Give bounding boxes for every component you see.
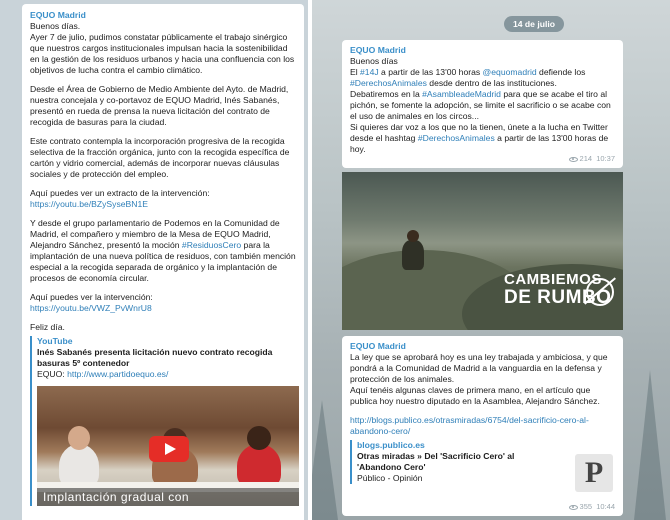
hashtag-derechos-animales[interactable]: #DerechosAnimales	[418, 133, 495, 143]
message-bubble-left: EQUO Madrid Buenos días. Ayer 7 de julio…	[22, 4, 304, 520]
message-sender[interactable]: EQUO Madrid	[30, 10, 296, 21]
message-meta: 214 10:37	[568, 154, 615, 164]
youtube-link-1[interactable]: https://youtu.be/BZySyseBN1E	[30, 199, 296, 210]
message-line-3: Debatiremos en la #AsambleadeMadrid para…	[350, 89, 615, 122]
background-tree-shape	[312, 400, 338, 520]
message-meta: 355 10:44	[568, 502, 615, 512]
mention-equomadrid[interactable]: @equomadrid	[483, 67, 537, 77]
view-count: 355	[579, 502, 593, 512]
message-paragraph-4: Aquí puedes ver un extracto de la interv…	[30, 188, 296, 210]
person-head	[407, 230, 419, 242]
message-text-2: Aquí tenéis algunas claves de primera ma…	[350, 385, 600, 406]
hashtag-14j[interactable]: #14J	[360, 67, 379, 77]
message-line-1: El #14J a partir de las 13'00 horas @equ…	[350, 67, 615, 78]
text-fragment: defiende los	[536, 67, 586, 77]
link-preview-youtube[interactable]: YouTube Inés Sabanés presenta licitación…	[30, 336, 299, 506]
link-preview-blog[interactable]: blogs.publico.es Otras miradas » Del 'Sa…	[350, 440, 555, 484]
eye-icon	[568, 156, 578, 162]
message-sender[interactable]: EQUO Madrid	[350, 45, 615, 56]
date-separator: 14 de julio	[504, 16, 564, 32]
left-chat-panel: EQUO Madrid Buenos días. Ayer 7 de julio…	[0, 0, 308, 520]
publico-logo-icon[interactable]: P	[575, 454, 613, 492]
person-head	[68, 426, 90, 450]
video-thumbnail[interactable]: Implantación gradual con	[37, 386, 299, 506]
message-paragraph-1: Ayer 7 de julio, pudimos constatar públi…	[30, 32, 295, 75]
eye-icon	[568, 504, 578, 510]
person-head	[247, 426, 271, 450]
hashtag-derechos-animales[interactable]: #DerechosAnimales	[350, 78, 427, 88]
message-line-4: Si quieres dar voz a los que no la tiene…	[350, 122, 615, 155]
view-count: 214	[579, 154, 593, 164]
intervention-label-1: Aquí puedes ver un extracto de la interv…	[30, 188, 210, 198]
preview-desc-link[interactable]: http://www.partidoequo.es/	[67, 369, 168, 379]
message-line-2: #DerechosAnimales desde dentro de las in…	[350, 78, 615, 89]
message-bubble-1: EQUO Madrid Buenos días El #14J a partir…	[342, 40, 623, 168]
message-paragraph-6: Aquí puedes ver la intervención: https:/…	[30, 292, 296, 314]
preview-site-name: blogs.publico.es	[357, 440, 425, 450]
text-fragment: desde dentro de las instituciones.	[426, 78, 557, 88]
text-fragment: El	[350, 67, 361, 77]
preview-desc-prefix: EQUO:	[37, 369, 68, 379]
message-paragraph-5: Y desde el grupo parlamentario de Podemo…	[30, 218, 296, 284]
hashtag-asamblea-madrid[interactable]: #AsambleadeMadrid	[422, 89, 501, 99]
play-icon[interactable]	[149, 436, 189, 462]
preview-title: Otras miradas » Del 'Sacrificio Cero' al…	[357, 451, 515, 472]
blog-link[interactable]: http://blogs.publico.es/otrasmiradas/675…	[350, 415, 615, 437]
campaign-photo[interactable]: CAMBIEMOS DE RUMBO	[342, 172, 623, 330]
text-fragment: a partir de las 13'00 horas	[378, 67, 483, 77]
preview-title: Inés Sabanés presenta licitación nuevo c…	[37, 347, 273, 368]
message-time: 10:37	[596, 154, 615, 164]
preview-description: EQUO: http://www.partidoequo.es/	[37, 369, 296, 380]
preview-description: Público - Opinión	[357, 473, 423, 483]
message-paragraph-2: Desde el Área de Gobierno de Medio Ambie…	[30, 84, 289, 127]
person-figure	[402, 240, 424, 270]
message-text-1: La ley que se aprobará hoy es una ley tr…	[350, 352, 608, 384]
message-paragraph-3: Este contrato contempla la incorporación…	[30, 136, 290, 179]
background-tree-shape	[634, 370, 666, 520]
youtube-link-2[interactable]: https://youtu.be/VWZ_PvWnrU8	[30, 303, 296, 314]
message-sender[interactable]: EQUO Madrid	[350, 341, 615, 352]
hashtag-residuos-cero[interactable]: #ResiduosCero	[182, 240, 241, 250]
message-greeting: Buenos días	[350, 56, 398, 66]
intervention-label-2: Aquí puedes ver la intervención:	[30, 292, 153, 302]
text-fragment: Debatiremos en la	[350, 89, 423, 99]
preview-site-name: YouTube	[37, 336, 73, 346]
video-caption: Implantación gradual con	[37, 488, 299, 506]
message-bubble-2: EQUO Madrid La ley que se aprobará hoy e…	[342, 336, 623, 516]
closing-text: Feliz día.	[30, 322, 65, 332]
right-chat-panel: 14 de julio EQUO Madrid Buenos días El #…	[312, 0, 670, 520]
message-greeting: Buenos días.	[30, 21, 81, 31]
message-time: 10:44	[596, 502, 615, 512]
